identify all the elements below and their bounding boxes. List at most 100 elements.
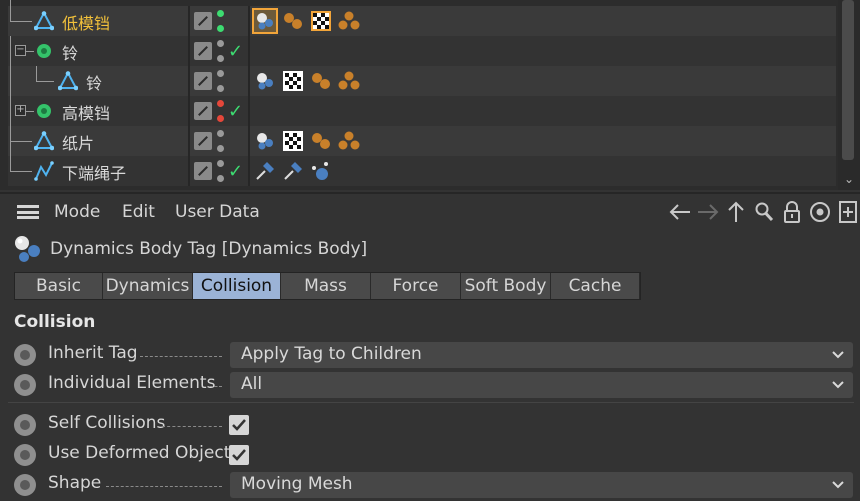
material-tag-icon[interactable]: [282, 10, 304, 32]
checker-material-tag-icon[interactable]: [282, 70, 304, 92]
visibility-dots[interactable]: [216, 70, 224, 92]
object-row[interactable]: 下端绳子 ✓: [8, 156, 836, 186]
arrow-up-icon[interactable]: [724, 199, 748, 225]
visibility-dots[interactable]: [216, 100, 224, 122]
object-manager: 低模铛 − 铃 ✓ 铃 + 高模铛 ✓ 纸片 下端绳子 ✓ ⌄: [0, 0, 860, 190]
use-deformed-object-checkbox[interactable]: [229, 445, 249, 465]
section-title: Collision: [14, 312, 96, 332]
layer-icon[interactable]: [194, 72, 212, 90]
arrow-right-icon[interactable]: [696, 199, 720, 225]
checkmark-icon: [232, 449, 246, 461]
spline-dynamics-tag-icon[interactable]: [310, 160, 332, 182]
attribute-manager: Mode Edit User Data Dynamics Body Tag [D…: [0, 192, 860, 501]
polygon-object-icon: [58, 71, 78, 91]
property-label: Use Deformed Object: [48, 443, 231, 463]
lock-icon[interactable]: [780, 199, 804, 225]
dynamics-body-tag-icon[interactable]: [254, 70, 276, 92]
tab-mass[interactable]: Mass: [281, 273, 371, 299]
object-row[interactable]: + 高模铛 ✓: [8, 96, 836, 126]
animation-keyframe-icon[interactable]: [14, 374, 36, 396]
tab-dynamics[interactable]: Dynamics: [103, 273, 193, 299]
visibility-dots[interactable]: [216, 10, 224, 32]
checkmark-icon: [232, 419, 246, 431]
shape-select[interactable]: Moving Mesh: [230, 472, 853, 498]
dynamics-body-tag-icon: [15, 236, 40, 262]
property-label: Shape: [48, 473, 102, 493]
dynamics-body-tag-icon[interactable]: [254, 130, 276, 152]
search-icon[interactable]: [752, 199, 776, 225]
tab-force[interactable]: Force: [371, 273, 461, 299]
arrow-left-icon[interactable]: [668, 199, 692, 225]
property-shape: Shape Moving Mesh: [0, 470, 860, 500]
visibility-dots[interactable]: [216, 40, 224, 62]
object-row[interactable]: 低模铛: [8, 0, 836, 36]
tag-cell: [250, 36, 254, 66]
hamburger-menu-icon[interactable]: [17, 205, 39, 219]
material-tag-icon[interactable]: [310, 70, 332, 92]
inherit-tag-select[interactable]: Apply Tag to Children: [230, 342, 853, 368]
menu-mode[interactable]: Mode: [54, 202, 100, 222]
tag-cell: [250, 156, 332, 186]
tab-collision[interactable]: Collision: [193, 273, 281, 299]
animation-keyframe-icon[interactable]: [14, 344, 36, 366]
dynamics-body-tag-icon[interactable]: [252, 8, 278, 34]
layer-icon[interactable]: [194, 12, 212, 30]
object-flags: [190, 6, 248, 36]
expand-icon[interactable]: +: [15, 105, 26, 116]
multi-material-tag-icon[interactable]: [338, 70, 360, 92]
object-label[interactable]: 铃: [86, 70, 102, 94]
tab-cache[interactable]: Cache: [551, 273, 640, 299]
individual-elements-select[interactable]: All: [230, 372, 853, 398]
tag-cell: [250, 66, 360, 96]
new-panel-icon[interactable]: [836, 199, 860, 225]
property-divider: [8, 402, 854, 403]
menu-user-data[interactable]: User Data: [175, 202, 260, 222]
scrollbar-thumb[interactable]: [842, 0, 854, 160]
target-icon[interactable]: [808, 199, 832, 225]
animation-keyframe-icon[interactable]: [14, 474, 36, 496]
object-row[interactable]: 铃: [8, 66, 836, 96]
enabled-check-icon[interactable]: ✓: [228, 161, 243, 182]
multi-material-tag-icon[interactable]: [338, 10, 360, 32]
layer-icon[interactable]: [194, 42, 212, 60]
attribute-nav-icons: [668, 199, 860, 225]
animation-keyframe-icon[interactable]: [14, 414, 36, 436]
tag-cell: [250, 6, 360, 36]
collapse-icon[interactable]: −: [15, 45, 26, 56]
pin-tag-icon[interactable]: [254, 160, 276, 182]
self-collisions-checkbox[interactable]: [229, 415, 249, 435]
property-inherit-tag: Inherit Tag Apply Tag to Children: [0, 340, 860, 370]
property-self-collisions: Self Collisions: [0, 410, 860, 440]
layer-icon[interactable]: [194, 162, 212, 180]
object-label[interactable]: 低模铛: [62, 10, 110, 34]
tab-soft-body[interactable]: Soft Body: [461, 273, 551, 299]
animation-keyframe-icon[interactable]: [14, 444, 36, 466]
visibility-dots[interactable]: [216, 160, 224, 182]
object-row[interactable]: − 铃 ✓: [8, 36, 836, 66]
tab-basic[interactable]: Basic: [15, 273, 103, 299]
enabled-check-icon[interactable]: ✓: [228, 101, 243, 122]
material-tag-icon[interactable]: [310, 130, 332, 152]
checker-material-tag-icon[interactable]: [310, 10, 332, 32]
null-object-icon: [37, 104, 51, 118]
scroll-down-icon[interactable]: ⌄: [841, 172, 857, 186]
enabled-check-icon[interactable]: ✓: [228, 41, 243, 62]
multi-material-tag-icon[interactable]: [338, 130, 360, 152]
object-label[interactable]: 铃: [62, 40, 78, 64]
object-flags: [190, 66, 248, 96]
object-manager-scrollbar[interactable]: ⌄: [838, 0, 860, 190]
object-row[interactable]: 纸片: [8, 126, 836, 156]
layer-icon[interactable]: [194, 102, 212, 120]
object-flags: ✓: [190, 36, 248, 66]
chevron-down-icon: [832, 351, 844, 359]
object-label[interactable]: 高模铛: [62, 100, 110, 124]
object-label[interactable]: 纸片: [62, 130, 94, 154]
checker-material-tag-icon[interactable]: [282, 130, 304, 152]
object-label[interactable]: 下端绳子: [62, 160, 126, 184]
chevron-down-icon: [832, 481, 844, 489]
menu-edit[interactable]: Edit: [122, 202, 155, 222]
layer-icon[interactable]: [194, 132, 212, 150]
visibility-dots[interactable]: [216, 130, 224, 152]
tree-cell: − 铃: [8, 36, 188, 66]
pin-tag-icon[interactable]: [282, 160, 304, 182]
